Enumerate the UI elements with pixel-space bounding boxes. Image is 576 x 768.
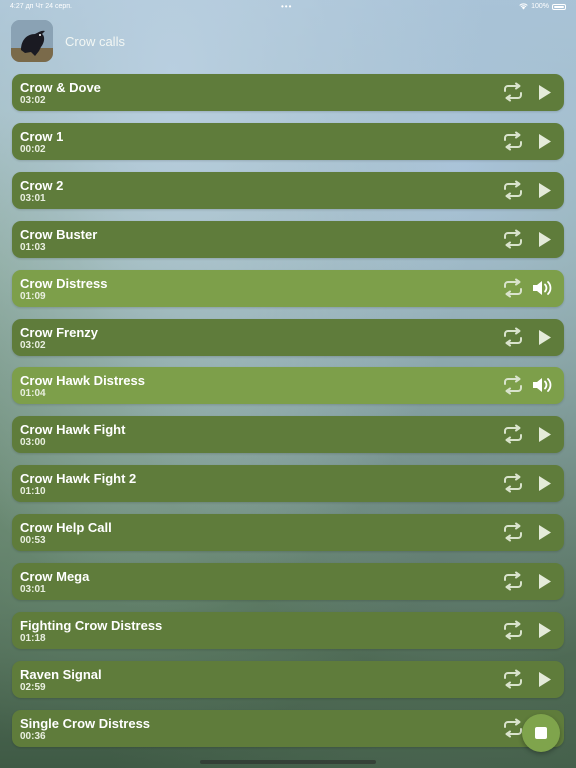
track-title: Crow Hawk Fight bbox=[20, 422, 126, 437]
repeat-icon[interactable] bbox=[502, 131, 524, 151]
repeat-icon[interactable] bbox=[502, 229, 524, 249]
play-icon[interactable] bbox=[538, 475, 552, 492]
repeat-icon[interactable] bbox=[502, 718, 524, 738]
play-icon[interactable] bbox=[538, 622, 552, 639]
track-duration: 00:53 bbox=[20, 535, 46, 546]
track-row[interactable]: Crow Buster 01:03 bbox=[12, 221, 564, 258]
speaker-icon[interactable] bbox=[531, 375, 555, 395]
repeat-icon[interactable] bbox=[502, 522, 524, 542]
stop-button[interactable] bbox=[522, 714, 560, 752]
app-header: Crow calls bbox=[11, 20, 125, 62]
multitask-dots[interactable]: ••• bbox=[281, 2, 292, 11]
play-icon[interactable] bbox=[538, 231, 552, 248]
repeat-icon[interactable] bbox=[502, 571, 524, 591]
track-duration: 03:02 bbox=[20, 95, 46, 106]
play-icon[interactable] bbox=[538, 84, 552, 101]
track-duration: 03:01 bbox=[20, 584, 46, 595]
track-row[interactable]: Crow Mega 03:01 bbox=[12, 563, 564, 600]
play-icon[interactable] bbox=[538, 133, 552, 150]
track-row[interactable]: Crow Hawk Fight 2 01:10 bbox=[12, 465, 564, 502]
repeat-icon[interactable] bbox=[502, 375, 524, 395]
track-duration: 02:59 bbox=[20, 682, 46, 693]
track-duration: 01:10 bbox=[20, 486, 46, 497]
track-row[interactable]: Fighting Crow Distress 01:18 bbox=[12, 612, 564, 649]
track-title: Raven Signal bbox=[20, 667, 102, 682]
track-duration: 01:18 bbox=[20, 633, 46, 644]
play-icon[interactable] bbox=[538, 524, 552, 541]
track-row[interactable]: Crow Hawk Fight 03:00 bbox=[12, 416, 564, 453]
track-row[interactable]: Crow Frenzy 03:02 bbox=[12, 319, 564, 356]
track-title: Crow Hawk Distress bbox=[20, 373, 145, 388]
status-date: Чт 24 серп. bbox=[35, 3, 72, 10]
track-title: Single Crow Distress bbox=[20, 716, 151, 731]
track-title: Crow Buster bbox=[20, 227, 98, 242]
play-icon[interactable] bbox=[538, 329, 552, 346]
track-title: Crow 2 bbox=[20, 178, 64, 193]
repeat-icon[interactable] bbox=[502, 82, 524, 102]
repeat-icon[interactable] bbox=[502, 424, 524, 444]
play-icon[interactable] bbox=[538, 671, 552, 688]
crow-app-icon bbox=[11, 20, 53, 62]
track-duration: 03:02 bbox=[20, 340, 46, 351]
track-duration: 03:00 bbox=[20, 437, 46, 448]
track-row[interactable]: Raven Signal 02:59 bbox=[12, 661, 564, 698]
track-row[interactable]: Crow 1 00:02 bbox=[12, 123, 564, 160]
track-title: Crow Help Call bbox=[20, 520, 112, 535]
home-indicator[interactable] bbox=[200, 760, 376, 764]
track-row[interactable]: Single Crow Distress 00:36 bbox=[12, 710, 564, 747]
battery-percent: 100% bbox=[531, 3, 549, 10]
wifi-icon bbox=[519, 3, 528, 10]
status-clock: 4:27 дп bbox=[10, 3, 34, 10]
repeat-icon[interactable] bbox=[502, 278, 524, 298]
repeat-icon[interactable] bbox=[502, 327, 524, 347]
repeat-icon[interactable] bbox=[502, 620, 524, 640]
track-duration: 03:01 bbox=[20, 193, 46, 204]
battery-icon bbox=[552, 3, 566, 10]
track-duration: 01:09 bbox=[20, 291, 46, 302]
repeat-icon[interactable] bbox=[502, 180, 524, 200]
status-time: 4:27 дп Чт 24 серп. bbox=[10, 3, 72, 10]
status-bar: 4:27 дп Чт 24 серп. ••• 100% bbox=[0, 0, 576, 14]
track-row[interactable]: Crow Hawk Distress 01:04 bbox=[12, 367, 564, 404]
track-duration: 00:02 bbox=[20, 144, 46, 155]
track-row[interactable]: Crow Distress 01:09 bbox=[12, 270, 564, 307]
track-title: Crow Frenzy bbox=[20, 325, 99, 340]
play-icon[interactable] bbox=[538, 426, 552, 443]
track-row[interactable]: Crow & Dove 03:02 bbox=[12, 74, 564, 111]
app-title: Crow calls bbox=[65, 33, 125, 49]
track-row[interactable]: Crow 2 03:01 bbox=[12, 172, 564, 209]
track-title: Crow Mega bbox=[20, 569, 90, 584]
repeat-icon[interactable] bbox=[502, 473, 524, 493]
track-title: Crow 1 bbox=[20, 129, 64, 144]
track-duration: 01:03 bbox=[20, 242, 46, 253]
track-row[interactable]: Crow Help Call 00:53 bbox=[12, 514, 564, 551]
track-title: Crow Hawk Fight 2 bbox=[20, 471, 137, 486]
play-icon[interactable] bbox=[538, 573, 552, 590]
track-title: Fighting Crow Distress bbox=[20, 618, 163, 633]
track-title: Crow Distress bbox=[20, 276, 108, 291]
repeat-icon[interactable] bbox=[502, 669, 524, 689]
play-icon[interactable] bbox=[538, 182, 552, 199]
track-title: Crow & Dove bbox=[20, 80, 101, 95]
speaker-icon[interactable] bbox=[531, 278, 555, 298]
track-duration: 01:04 bbox=[20, 388, 46, 399]
track-duration: 00:36 bbox=[20, 731, 46, 742]
status-indicators: 100% bbox=[519, 3, 566, 10]
